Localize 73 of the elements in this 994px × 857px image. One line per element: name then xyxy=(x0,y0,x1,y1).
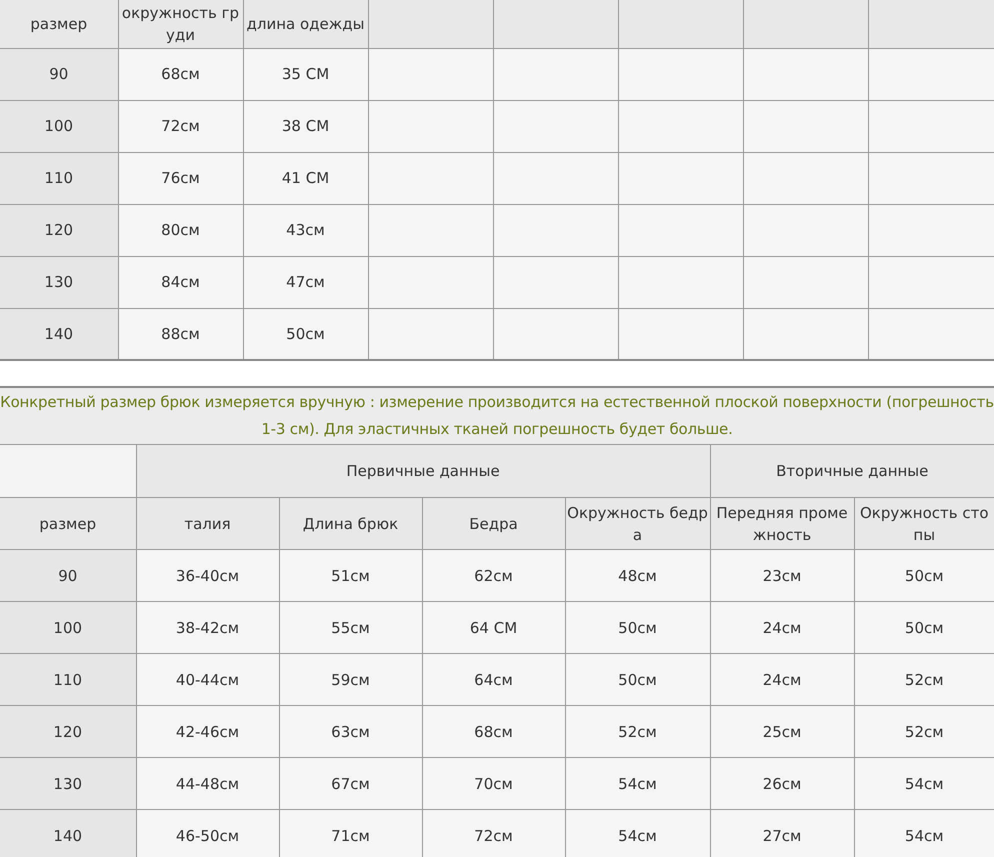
table-cell: 52см xyxy=(854,654,994,706)
table-cell: 63см xyxy=(279,706,422,758)
table-cell: 50см xyxy=(854,550,994,602)
column-header: Бедра xyxy=(422,498,565,550)
table-cell: 50см xyxy=(243,308,368,360)
table-cell: 90 xyxy=(0,550,136,602)
column-header: Передняя промежность xyxy=(710,498,854,550)
table-cell: 38 CM xyxy=(243,100,368,152)
table-cell: 76см xyxy=(118,152,243,204)
table-cell: 80см xyxy=(118,204,243,256)
table-cell: 47см xyxy=(243,256,368,308)
table-cell: 26см xyxy=(710,758,854,810)
column-header: Окружность стопы xyxy=(854,498,994,550)
table-cell: 62см xyxy=(422,550,565,602)
column-header: размер xyxy=(0,498,136,550)
column-header: талия xyxy=(136,498,279,550)
table-cell: 27см xyxy=(710,810,854,857)
table-cell: 25см xyxy=(710,706,854,758)
table-cell: 43см xyxy=(243,204,368,256)
table-cell: 24см xyxy=(710,654,854,706)
table-cell: 59см xyxy=(279,654,422,706)
group-header: Вторичные данные xyxy=(710,444,994,498)
table-cell: 38-42см xyxy=(136,602,279,654)
table-cell: 64см xyxy=(422,654,565,706)
caption-text: Конкретный размер брюк измеряется вручную : измерение производится на естественной плоской поверхности (погрешность 1-3 см). Для эластичных тканей погрешность будет больше. xyxy=(0,386,994,444)
table-cell: 72см xyxy=(118,100,243,152)
table-cell: 44-48см xyxy=(136,758,279,810)
table-cell: 51см xyxy=(279,550,422,602)
column-header: Длина брюк xyxy=(279,498,422,550)
table-cell: 64 CM xyxy=(422,602,565,654)
table-cell: 40-44см xyxy=(136,654,279,706)
table-cell: 54см xyxy=(854,758,994,810)
table-cell: 35 CM xyxy=(243,48,368,100)
table-cell: 36-40см xyxy=(136,550,279,602)
table-cell: 67см xyxy=(279,758,422,810)
table-cell: 100 xyxy=(0,100,118,152)
table-cell: 46-50см xyxy=(136,810,279,857)
table-cell: 41 CM xyxy=(243,152,368,204)
table-cell: 23см xyxy=(710,550,854,602)
table-cell: 52см xyxy=(565,706,710,758)
table-cell: 54см xyxy=(854,810,994,857)
table-cell: 110 xyxy=(0,152,118,204)
table-cell: 140 xyxy=(0,308,118,360)
group-header: Первичные данные xyxy=(136,444,710,498)
column-header: длина одежды xyxy=(243,0,368,48)
table-cell: 68см xyxy=(422,706,565,758)
table-cell: 71см xyxy=(279,810,422,857)
table-cell: 84см xyxy=(118,256,243,308)
table-cell: 90 xyxy=(0,48,118,100)
table-cell: 70см xyxy=(422,758,565,810)
table-cell: 68см xyxy=(118,48,243,100)
table-cell: 42-46см xyxy=(136,706,279,758)
table-cell: 24см xyxy=(710,602,854,654)
table-cell: 130 xyxy=(0,758,136,810)
table-cell: 140 xyxy=(0,810,136,857)
table-cell: 48см xyxy=(565,550,710,602)
table-cell: 130 xyxy=(0,256,118,308)
table-cell: 55см xyxy=(279,602,422,654)
table-cell: 50см xyxy=(565,602,710,654)
table-cell: 100 xyxy=(0,602,136,654)
column-header: размер xyxy=(0,0,118,48)
table-cell: 88см xyxy=(118,308,243,360)
table-cell: 52см xyxy=(854,706,994,758)
table-cell: 54см xyxy=(565,758,710,810)
table-cell: 50см xyxy=(854,602,994,654)
table-cell: 72см xyxy=(422,810,565,857)
table-cell: 120 xyxy=(0,204,118,256)
table-cell: 54см xyxy=(565,810,710,857)
table-cell: 50см xyxy=(565,654,710,706)
table-cell: 110 xyxy=(0,654,136,706)
column-header: окружность груди xyxy=(118,0,243,48)
table-cell: 120 xyxy=(0,706,136,758)
column-header: Окружность бедра xyxy=(565,498,710,550)
